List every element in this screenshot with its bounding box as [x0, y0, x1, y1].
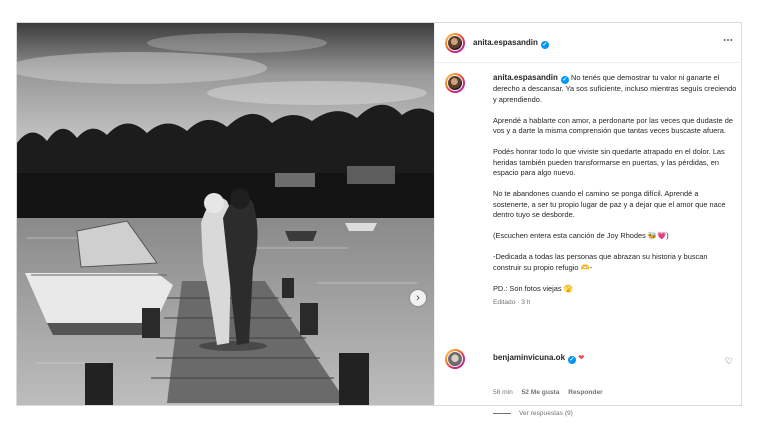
verified-badge-icon: ✓ [568, 356, 577, 364]
post-caption: anita.espasandin ✓ No tenés que demostrar… [493, 73, 737, 309]
heart-icon[interactable]: ♡ [725, 356, 733, 367]
comment: benjaminvicuna.ok ✓ ❤ [493, 353, 584, 364]
caption-author-avatar[interactable] [445, 73, 465, 93]
caption-paragraph-5: (Escuchen entera esta canción de Joy Rho… [493, 231, 669, 240]
caption-paragraph-7: PD.: Son fotos viejas 🫣 [493, 283, 573, 293]
post-header: anita.espasandin ✓ ⋯ [435, 23, 742, 63]
caption-edited-time: Editado · 3 h [493, 299, 531, 306]
chevron-right-icon: › [416, 291, 420, 304]
more-options-icon[interactable]: ⋯ [723, 35, 734, 46]
comment-likes-count[interactable]: 52 Me gusta [522, 389, 560, 396]
post-details-panel: anita.espasandin ✓ ⋯ anita.espasandin ✓ No… [434, 23, 742, 417]
verified-badge-icon: ✓ [540, 41, 549, 49]
view-replies-button[interactable]: Ver respuestas (9) [493, 410, 573, 417]
next-photo-button[interactable]: › [410, 290, 426, 306]
verified-badge-icon: ✓ [560, 76, 569, 84]
caption-author-username[interactable]: anita.espasandin ✓ [493, 73, 569, 84]
commenter-username-text: benjaminvicuna.ok [493, 353, 566, 362]
caption-paragraph-6: -Dedicada a todas las personas que abraz… [493, 252, 708, 272]
caption-paragraph-3: Podés honrar todo lo que viviste sin que… [493, 147, 725, 177]
view-replies-label: Ver respuestas (9) [519, 410, 573, 417]
replies-divider [493, 412, 511, 414]
author-username-text: anita.espasandin [473, 38, 538, 47]
caption-paragraph-2: Aprendé a hablarte con amor, a perdonart… [493, 115, 733, 136]
commenter-avatar[interactable] [445, 349, 465, 369]
author-username[interactable]: anita.espasandin ✓ [473, 38, 549, 49]
reply-button[interactable]: Responder [568, 389, 602, 396]
post-photo[interactable]: › [17, 23, 434, 405]
comment-heart-emoji: ❤ [578, 353, 585, 362]
author-avatar[interactable] [445, 33, 465, 53]
photo-image [17, 23, 434, 405]
comment-time: 58 min [493, 389, 513, 396]
comment-meta: 58 min 52 Me gusta Responder [493, 389, 610, 396]
caption-author-username-text: anita.espasandin [493, 73, 558, 82]
commenter-username[interactable]: benjaminvicuna.ok ✓ [493, 353, 577, 364]
caption-paragraph-4: No te abandones cuando el camino se pong… [493, 189, 726, 219]
post-card: › anita.espasandin ✓ ⋯ anita.espasandin ✓ … [16, 22, 742, 417]
